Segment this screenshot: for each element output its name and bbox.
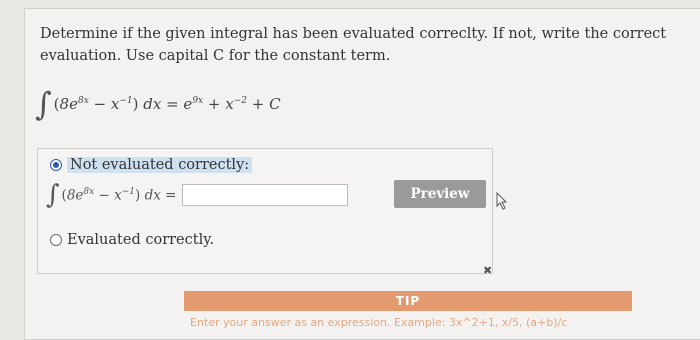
answer-integrand: (8e8x − x−1) dx =: [61, 186, 177, 204]
radio-selected[interactable]: [50, 159, 62, 171]
question-text: Determine if the given integral has been…: [40, 26, 667, 64]
tip-header: TIP: [184, 291, 632, 311]
option-not-correct-label: Not evaluated correctly:: [67, 157, 253, 173]
integral-sign: ∫: [35, 85, 52, 123]
answer-input[interactable]: [182, 184, 349, 206]
close-icon[interactable]: ✖: [483, 264, 492, 277]
answer-options: Not evaluated correctly: ∫ (8e8x − x−1) …: [37, 148, 493, 274]
tip-text: Enter your answer as an expression. Exam…: [190, 316, 568, 329]
preview-button[interactable]: Preview: [394, 180, 486, 208]
cursor-icon: [496, 192, 508, 210]
answer-row: ∫ (8e8x − x−1) dx =: [46, 180, 349, 210]
option-not-correct[interactable]: Not evaluated correctly:: [50, 157, 253, 173]
integral-sign: ∫: [46, 180, 60, 210]
integrand: (8e8x − x−1) dx = e9x + x−2 + C: [53, 95, 281, 113]
given-integral: ∫ (8e8x − x−1) dx = e9x + x−2 + C: [35, 85, 281, 123]
radio-unselected[interactable]: [50, 234, 62, 246]
option-correct[interactable]: Evaluated correctly.: [50, 232, 214, 248]
option-correct-label: Evaluated correctly.: [67, 232, 215, 248]
